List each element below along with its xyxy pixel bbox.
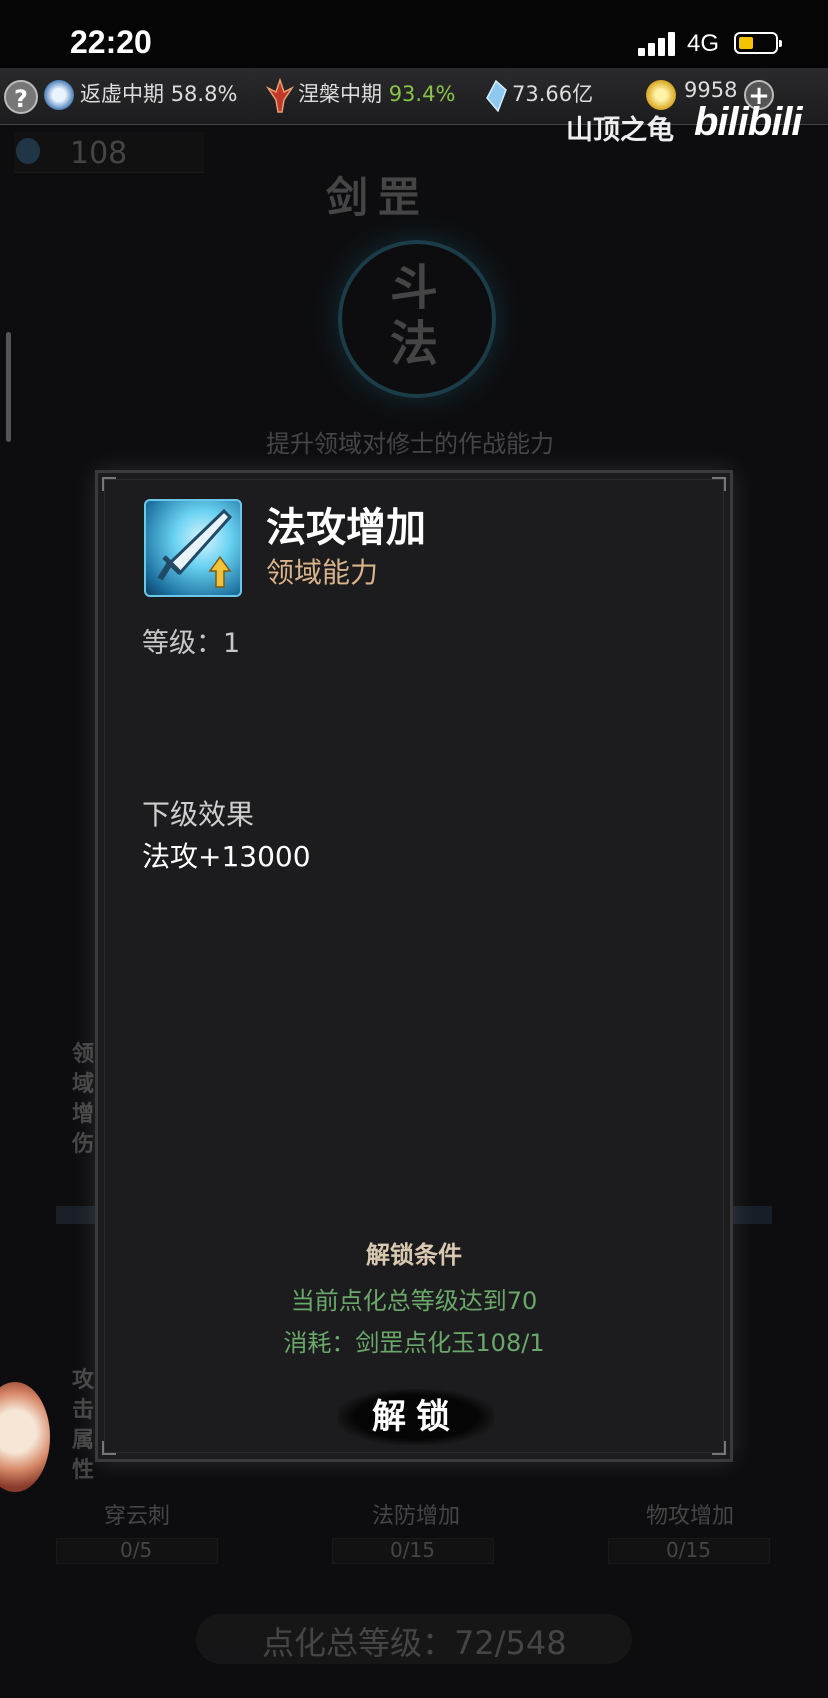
jade-icon: [16, 138, 40, 164]
vertical-label-1: 领域增伤: [72, 1042, 95, 1157]
unlock-conditions-title: 解锁条件: [366, 1241, 462, 1269]
signal-icon: [638, 32, 678, 56]
skill-type: 领域能力: [266, 556, 379, 589]
vertical-label-2: 攻击属性: [72, 1368, 95, 1483]
spirit-stones-value: 73.66亿: [512, 82, 594, 106]
gold-value: 9958: [684, 78, 738, 102]
clock: 22:20: [70, 24, 152, 60]
cultivation-stage-2: 涅槃中期 93.4%: [298, 78, 455, 108]
next-effect-label: 下级效果: [142, 798, 255, 831]
unlock-condition-2: 消耗：剑罡点化玉108/1: [283, 1329, 545, 1357]
battery-icon: [734, 32, 782, 54]
total-level: 点化总等级：72/548: [262, 1624, 567, 1662]
jade-count: 108: [70, 136, 128, 171]
skill-progress-3: 0/15: [666, 1538, 711, 1562]
sword-up-arrow-icon: [144, 499, 242, 597]
cultivation-stage-1: 返虚中期 58.8%: [80, 78, 237, 108]
cultivation-stage-1-percent: 58.8%: [170, 82, 238, 106]
skill-name-3: 物攻增加: [646, 1504, 735, 1529]
skill-detail-modal: 法攻增加 领域能力 等级：1 下级效果 法攻+13000 解锁条件 当前点化总等…: [95, 470, 733, 1462]
crystal-icon: [486, 80, 507, 112]
cultivation-stage-2-label: 涅槃中期: [298, 82, 382, 106]
next-effect-value: 法攻+13000: [142, 840, 311, 873]
jade-counter: 108: [14, 132, 204, 173]
skill-name-2: 法防增加: [372, 1504, 461, 1529]
cultivation-stage-1-label: 返虚中期: [80, 82, 164, 106]
skill-progress-2: 0/15: [390, 1538, 435, 1562]
emblem-text: 斗法: [389, 260, 438, 372]
status-bar: 22:20 4G: [0, 0, 828, 68]
skill-level: 等级：1: [142, 628, 241, 659]
flame-sword-icon: [266, 78, 294, 113]
battery-fill: [739, 37, 753, 49]
network-type: 4G: [687, 30, 720, 57]
page-subtitle: 提升领域对修士的作战能力: [266, 430, 554, 458]
help-icon[interactable]: ?: [4, 80, 38, 114]
coin-icon: [646, 80, 676, 110]
unlock-condition-1: 当前点化总等级达到70: [290, 1287, 538, 1315]
skill-progress-1: 0/5: [120, 1538, 153, 1562]
skill-title: 法攻增加: [266, 505, 426, 551]
page-title: 剑罡: [326, 173, 431, 222]
yin-yang-icon: [44, 80, 74, 110]
scrollbar[interactable]: [6, 332, 11, 442]
unlock-button[interactable]: 解锁: [338, 1389, 494, 1445]
skill-name-1: 穿云刺: [104, 1504, 171, 1529]
cultivation-stage-2-percent: 93.4%: [388, 82, 456, 106]
